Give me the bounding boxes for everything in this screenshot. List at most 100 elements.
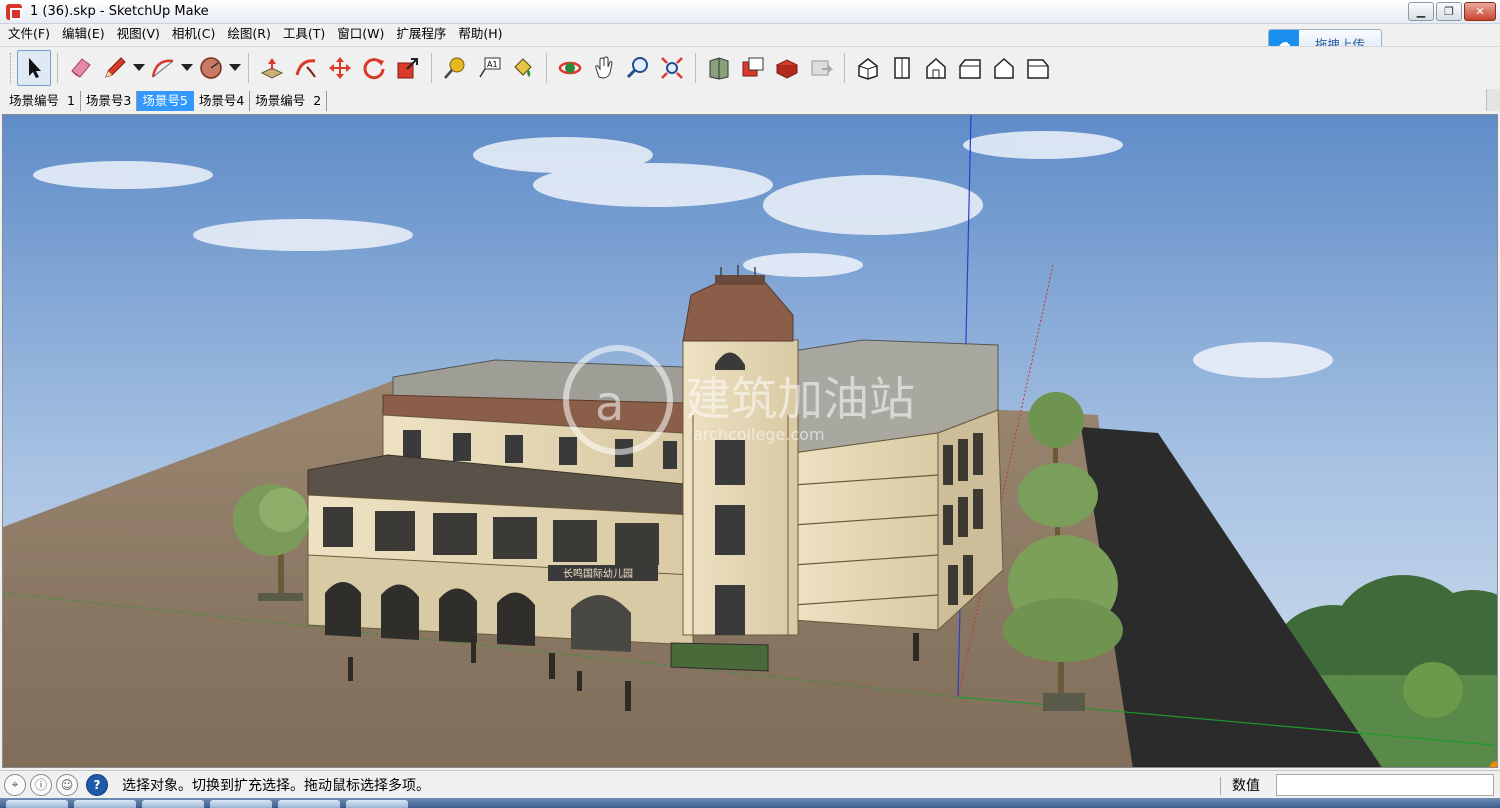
- rotate-icon: [363, 57, 385, 79]
- model-viewport[interactable]: 长鸣国际幼儿园 a 建筑加油站 archcollege.com: [2, 114, 1498, 768]
- restore-button[interactable]: ❐: [1436, 2, 1462, 21]
- menu-view[interactable]: 视图(V): [111, 24, 166, 44]
- push-pull-tool[interactable]: [255, 50, 289, 86]
- back-house-icon: [994, 57, 1014, 79]
- share-component-tool[interactable]: [770, 50, 804, 86]
- arc-icon: [151, 59, 174, 77]
- right-house-icon: [959, 58, 981, 79]
- main-toolbar: A1: [0, 46, 1500, 88]
- scene-tabs: 场景编号 1 场景号3 场景号5 场景号4 场景编号 2: [0, 89, 1500, 111]
- menu-tools[interactable]: 工具(T): [277, 24, 331, 44]
- watermark-url: archcollege.com: [693, 425, 825, 444]
- shape-tool-dropdown[interactable]: [228, 50, 242, 86]
- models-icon: [811, 60, 834, 75]
- top-view[interactable]: [885, 50, 919, 86]
- toolbar-grip[interactable]: [10, 52, 13, 83]
- follow-me-tool[interactable]: [289, 50, 323, 86]
- front-view[interactable]: [919, 50, 953, 86]
- select-tool[interactable]: [17, 49, 51, 86]
- share-component-icon: [775, 58, 799, 79]
- scene-tab-4[interactable]: 场景号4: [194, 91, 251, 111]
- top-view-icon: [894, 56, 910, 79]
- taskbar-button[interactable]: [346, 800, 408, 808]
- help-icon[interactable]: ?: [86, 773, 108, 796]
- iso-house-icon: [858, 57, 878, 80]
- school-sign: 长鸣国际幼儿园: [563, 567, 633, 580]
- menu-window[interactable]: 窗口(W): [331, 24, 390, 44]
- paint-bucket-icon: [514, 57, 532, 77]
- get-models-tool[interactable]: [804, 50, 838, 86]
- scene-tab-2[interactable]: 场景编号 2: [250, 91, 328, 111]
- taskbar-button[interactable]: [142, 800, 204, 808]
- minimize-button[interactable]: ▁: [1408, 2, 1434, 21]
- taskbar-button[interactable]: [278, 800, 340, 808]
- line-tool-dropdown[interactable]: [132, 50, 146, 86]
- toolbar-separator: [431, 52, 432, 83]
- arc-tool-dropdown[interactable]: [180, 50, 194, 86]
- measurements-label: 数值: [1232, 778, 1260, 794]
- info-icon[interactable]: ⓘ: [30, 773, 52, 796]
- menu-extensions[interactable]: 扩展程序: [390, 24, 452, 44]
- zoom-tool[interactable]: [621, 50, 655, 86]
- extension-warehouse-tool[interactable]: [736, 50, 770, 86]
- zoom-extents-tool[interactable]: [655, 50, 689, 86]
- menu-help[interactable]: 帮助(H): [452, 24, 508, 44]
- polygon-icon: [200, 56, 222, 79]
- scene-bar-edge: [1486, 89, 1500, 111]
- paint-bucket-tool[interactable]: [506, 50, 540, 86]
- menu-edit[interactable]: 编辑(E): [56, 24, 111, 44]
- hand-icon: [595, 55, 613, 79]
- measurements-input[interactable]: [1276, 774, 1494, 796]
- follow-me-icon: [295, 58, 316, 78]
- pan-tool[interactable]: [587, 50, 621, 86]
- rotate-tool[interactable]: [357, 50, 391, 86]
- text-tool[interactable]: A1: [472, 50, 506, 86]
- scale-icon: [397, 57, 418, 78]
- move-arrows-icon: [329, 56, 351, 79]
- back-view[interactable]: [987, 50, 1021, 86]
- line-tool[interactable]: [98, 50, 132, 86]
- taskbar-button[interactable]: [74, 800, 136, 808]
- close-button[interactable]: ✕: [1464, 2, 1496, 21]
- toolbar-separator: [57, 52, 58, 83]
- arc-tool[interactable]: [146, 50, 180, 86]
- svg-text:A1: A1: [487, 60, 498, 69]
- user-icon[interactable]: ☺: [56, 773, 78, 796]
- title-bar: 1 (36).skp - SketchUp Make ▁ ❐ ✕: [0, 0, 1500, 24]
- menu-draw[interactable]: 绘图(R): [221, 24, 276, 44]
- tape-measure-tool[interactable]: [438, 50, 472, 86]
- status-bar: ⌖ ⓘ ☺ ? 选择对象。切换到扩充选择。拖动鼠标选择多项。 数值: [0, 770, 1500, 798]
- magnifier-icon: [626, 56, 648, 78]
- toolbar-separator: [844, 52, 845, 83]
- iso-view[interactable]: [851, 50, 885, 86]
- model-render: 长鸣国际幼儿园 a 建筑加油站 archcollege.com: [3, 115, 1497, 767]
- eraser-tool[interactable]: [64, 50, 98, 86]
- push-pull-icon: [260, 57, 284, 79]
- menu-camera[interactable]: 相机(C): [166, 24, 221, 44]
- geo-location-icon[interactable]: ⌖: [4, 773, 26, 796]
- window-controls: ▁ ❐ ✕: [1408, 2, 1496, 21]
- taskbar-button[interactable]: [6, 800, 68, 808]
- 3d-warehouse-tool[interactable]: [702, 50, 736, 86]
- eraser-icon: [71, 57, 91, 78]
- scene-tab-3[interactable]: 场景号3: [81, 91, 138, 111]
- scene-tab-5[interactable]: 场景号5: [137, 91, 194, 111]
- warehouse-icon: [709, 56, 729, 80]
- orbit-tool[interactable]: [553, 50, 587, 86]
- scene-tab-1[interactable]: 场景编号 1: [4, 91, 81, 111]
- shape-tool[interactable]: [194, 50, 228, 86]
- status-separator: [1220, 777, 1221, 795]
- orbit-icon: [558, 61, 582, 74]
- extension-icon: [742, 57, 764, 76]
- scale-tool[interactable]: [391, 50, 425, 86]
- taskbar-button[interactable]: [210, 800, 272, 808]
- move-tool[interactable]: [323, 50, 357, 86]
- menu-file[interactable]: 文件(F): [2, 24, 56, 44]
- window-title: 1 (36).skp - SketchUp Make: [30, 4, 209, 19]
- tape-measure-icon: [444, 57, 465, 79]
- right-view[interactable]: [953, 50, 987, 86]
- sketchup-logo-icon: [6, 3, 22, 20]
- planter: [670, 642, 769, 672]
- front-house-icon: [926, 57, 946, 79]
- left-view[interactable]: [1021, 50, 1055, 86]
